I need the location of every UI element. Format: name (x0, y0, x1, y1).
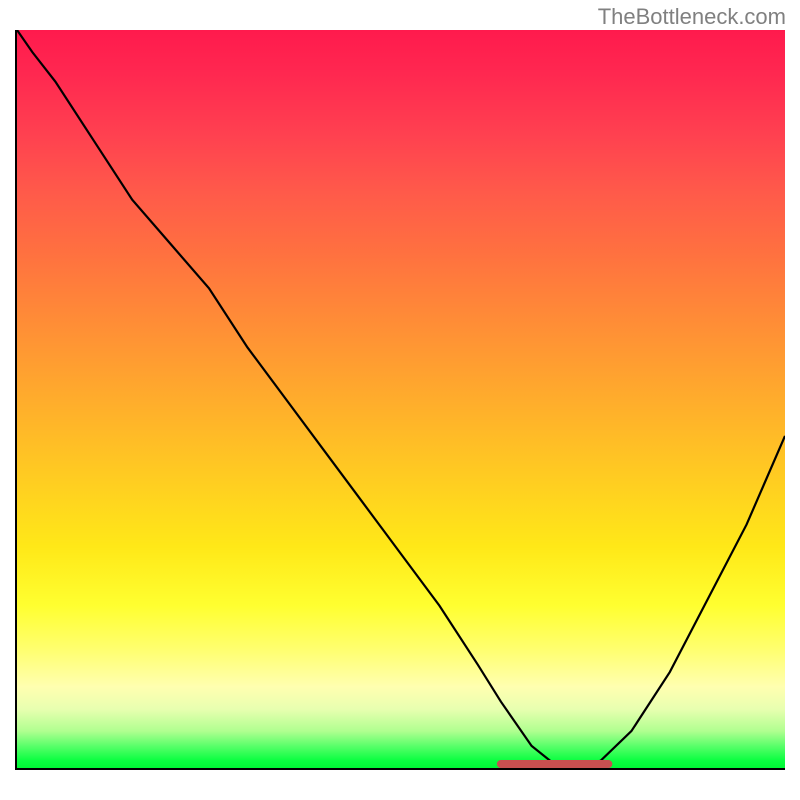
bottleneck-curve (17, 30, 785, 768)
chart-svg (17, 30, 785, 768)
plot-area (15, 30, 785, 770)
watermark-text: TheBottleneck.com (598, 4, 786, 30)
chart-container: TheBottleneck.com (0, 0, 800, 800)
